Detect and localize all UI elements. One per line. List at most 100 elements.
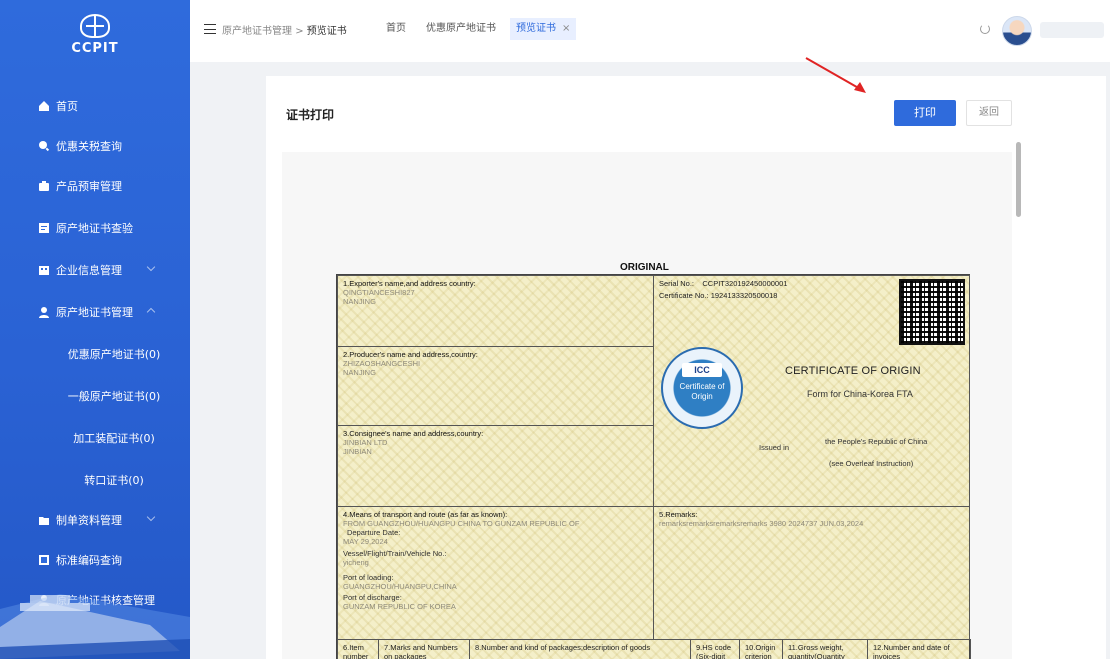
- ccpit-logo[interactable]: CCPIT: [60, 14, 130, 70]
- sidebar-item-cert-management[interactable]: 原产地证书管理: [0, 292, 190, 332]
- tab-bar: 首页 优惠原产地证书 预览证书 ×: [380, 18, 577, 40]
- box-issued: [653, 425, 970, 507]
- col-item-number: 6.Item number: [337, 639, 379, 659]
- sidebar-item-label: 原产地证书管理: [56, 306, 133, 319]
- column-header: 10.Origin criterion: [745, 643, 776, 659]
- username-blurred[interactable]: [1040, 22, 1104, 38]
- field-label: 5.Remarks:: [659, 510, 698, 519]
- field-value: NANJING: [343, 368, 376, 377]
- sidebar-item-label: 加工装配证书(0): [73, 432, 155, 445]
- field-label: Certificate No.:: [659, 291, 709, 300]
- tab-label: 首页: [386, 23, 406, 34]
- field-value: yicheng: [343, 558, 369, 567]
- sidebar-item-company-info[interactable]: 企业信息管理: [0, 250, 190, 290]
- box-transport: 4.Means of transport and route (as far a…: [337, 506, 654, 640]
- sidebar-item-label: 制单资料管理: [56, 514, 122, 527]
- sidebar-item-label: 首页: [56, 100, 78, 113]
- field-label: 1.Exporter's name,and address country:: [343, 279, 476, 288]
- col-invoice: 12.Number and date of invoices: [867, 639, 971, 659]
- field-value: GUNZAM REPUBLIC OF KOREA: [343, 602, 456, 611]
- top-bar: 原产地证书管理 > 预览证书 首页 优惠原产地证书 预览证书 ×: [190, 0, 1110, 62]
- menu-toggle-icon[interactable]: [204, 24, 216, 34]
- column-header: 8.Number and kind of packages;descriptio…: [475, 643, 651, 652]
- field-value: remarksremarksremarksremarks 3980 202473…: [659, 519, 864, 528]
- breadcrumb-separator: >: [295, 26, 304, 37]
- tab-preview-cert[interactable]: 预览证书 ×: [510, 18, 577, 40]
- stamp-text: Certificate of Origin: [679, 382, 725, 401]
- print-panel: 证书打印 打印 返回 ORIGINAL 1.Exporter's name,an…: [266, 76, 1106, 659]
- column-header: 12.Number and date of invoices: [873, 643, 950, 659]
- breadcrumb-current: 预览证书: [306, 26, 347, 37]
- app-window: CCPIT 首页 优惠关税查询 产品预审管理 原产地证书查验 企业信息管理 原产…: [0, 0, 1110, 659]
- sidebar-item-home[interactable]: 首页: [0, 86, 190, 126]
- print-button[interactable]: 打印: [894, 100, 956, 126]
- sidebar-subitem-processing-cert[interactable]: 加工装配证书(0): [0, 418, 190, 458]
- chevron-down-icon: [146, 262, 156, 272]
- building-icon: [38, 264, 50, 276]
- sidebar-item-label: 优惠关税查询: [56, 140, 122, 153]
- annotation-arrow: [805, 57, 866, 93]
- chevron-up-icon: [146, 307, 156, 317]
- col-gross-weight: 11.Gross weight, quantity(Quantity Unit)…: [782, 639, 868, 659]
- stamp-icc: ICC: [682, 363, 722, 377]
- field-value: GUANGZHOU/HUANGPU,CHINA: [343, 582, 457, 591]
- sidebar: CCPIT 首页 优惠关税查询 产品预审管理 原产地证书查验 企业信息管理 原产…: [0, 0, 190, 659]
- box-exporter: 1.Exporter's name,and address country: Q…: [337, 275, 654, 347]
- search-icon: [38, 140, 50, 152]
- breadcrumb: 原产地证书管理 > 预览证书: [222, 22, 347, 37]
- sidebar-subitem-general-cert[interactable]: 一般原产地证书(0): [0, 376, 190, 416]
- field-label: Port of loading:: [343, 573, 394, 582]
- coo-title: CERTIFICATE OF ORIGIN: [785, 365, 921, 377]
- field-value: QINGTIANCESHI827: [343, 288, 415, 297]
- qr-code: [899, 279, 965, 345]
- close-icon[interactable]: ×: [562, 23, 570, 34]
- sidebar-item-label: 转口证书(0): [84, 474, 144, 487]
- tab-home[interactable]: 首页: [380, 18, 412, 40]
- briefcase-icon: [38, 180, 50, 192]
- breadcrumb-parent[interactable]: 原产地证书管理: [222, 26, 292, 37]
- col-marks: 7.Marks and Numbers on packages: [378, 639, 470, 659]
- field-label: Vessel/Flight/Train/Vehicle No.:: [343, 549, 447, 558]
- column-header: 7.Marks and Numbers on packages: [384, 643, 458, 659]
- chevron-down-icon: [146, 512, 156, 522]
- sidebar-item-label: 一般原产地证书(0): [67, 390, 161, 403]
- tab-label: 预览证书: [516, 23, 556, 34]
- field-label: Serial No.:: [659, 279, 695, 288]
- cert-no-value: 1924133320500018: [710, 291, 778, 300]
- coo-form: Form for China-Korea FTA: [807, 389, 913, 399]
- refresh-icon[interactable]: [980, 24, 990, 34]
- certificate-document: 1.Exporter's name,and address country: Q…: [336, 274, 971, 659]
- certificate-viewer: ORIGINAL 1.Exporter's name,and address c…: [282, 152, 1012, 659]
- sidebar-item-label: 优惠原产地证书(0): [67, 348, 161, 361]
- box-remarks: 5.Remarks: remarksremarksremarksremarks …: [653, 506, 970, 640]
- column-header: 11.Gross weight, quantity(Quantity Unit)…: [788, 643, 845, 659]
- column-header: 6.Item number: [343, 643, 369, 659]
- tab-label: 优惠原产地证书: [426, 23, 496, 34]
- sidebar-item-label: 产品预审管理: [56, 180, 122, 193]
- ship-illustration: [0, 594, 190, 659]
- main-area: 证书打印 打印 返回 ORIGINAL 1.Exporter's name,an…: [190, 62, 1110, 659]
- field-label: 3.Consignee's name and address,country:: [343, 429, 484, 438]
- field-value: JINBIAN: [343, 447, 372, 456]
- avatar[interactable]: [1002, 16, 1032, 46]
- sidebar-subitem-transit-cert[interactable]: 转口证书(0): [0, 460, 190, 500]
- home-icon: [38, 100, 50, 112]
- sidebar-item-tariff-query[interactable]: 优惠关税查询: [0, 126, 190, 166]
- sidebar-item-product-review[interactable]: 产品预审管理: [0, 166, 190, 206]
- user-icon: [38, 306, 50, 318]
- sidebar-item-document-data[interactable]: 制单资料管理: [0, 500, 190, 540]
- page-title: 证书打印: [286, 108, 335, 122]
- field-value: FROM GUANGZHOU/HUANGPU CHINA TO GUNZAM R…: [343, 519, 580, 528]
- sidebar-item-cert-verify[interactable]: 原产地证书查验: [0, 208, 190, 248]
- field-label: 4.Means of transport and route (as far a…: [343, 510, 508, 519]
- back-button[interactable]: 返回: [966, 100, 1012, 126]
- field-value: ZHIZAOSHANGCESHI: [343, 359, 421, 368]
- logo-text: CCPIT: [71, 41, 119, 56]
- globe-icon: [80, 14, 110, 38]
- serial-value: CCPIT320192450000001: [702, 279, 788, 288]
- tab-preferential-cert[interactable]: 优惠原产地证书: [420, 18, 502, 40]
- scrollbar[interactable]: [1016, 142, 1021, 217]
- field-label: Departure Date:: [347, 528, 401, 537]
- certificate-icon: [38, 222, 50, 234]
- sidebar-subitem-preferential-cert[interactable]: 优惠原产地证书(0): [0, 334, 190, 374]
